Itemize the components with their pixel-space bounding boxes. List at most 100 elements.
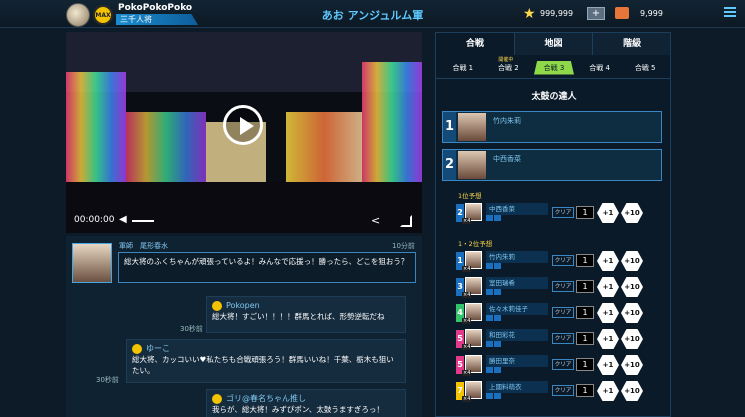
tab-map[interactable]: 地図 [514,33,594,55]
sub-tab-5[interactable]: 合戦 5 [625,63,665,73]
share-icon[interactable]: < [371,215,380,226]
plus-one-button[interactable]: +1 [597,303,619,323]
member-name: 室田瑞希 [486,277,548,289]
plus-ten-button[interactable]: +10 [621,329,643,349]
user-icon [212,301,222,311]
message-time: 30秒前 [180,325,203,333]
member-name: 勝田里奈 [486,355,548,367]
member-badges [486,215,502,223]
top-rank-row: 2 中西香菜 [442,149,662,181]
vote-count: 1 [576,358,594,371]
plus-ten-button[interactable]: +10 [621,381,643,401]
member-badges [486,289,502,297]
tab-battle[interactable]: 合戦 [436,33,515,55]
multiplier-badge: ×4 [462,396,472,402]
clear-button[interactable]: クリア [552,333,574,344]
volume-icon[interactable]: ◀ [119,215,131,225]
user-avatar[interactable] [66,3,90,27]
prediction-group-label: 1・2位予想 [458,240,493,248]
vote-count: 1 [576,206,594,219]
event-title: 太鼓の達人 [531,92,577,102]
chat-message: Pokopen 総大将！すごい！！！！群馬とれば、形勢逆転だね [206,296,406,333]
plus-one-button[interactable]: +1 [597,355,619,375]
coin-count: 999,999 [540,9,574,18]
rank-number: 2 [443,150,456,180]
prediction-row: 7 ×4 上國料萌衣 クリア 1 +1 +10 [456,381,652,403]
plus-one-button[interactable]: +1 [597,251,619,271]
member-badges [486,393,502,401]
member-badges [486,341,502,349]
prediction-row: 2 ×4 中西香菜 クリア 1 +1 +10 [456,203,652,225]
plus-ten-button[interactable]: +10 [621,277,643,297]
user-icon [212,394,222,404]
vote-count: 1 [576,332,594,345]
clear-button[interactable]: クリア [552,255,574,266]
rank-number: 1 [443,112,456,142]
plus-one-button[interactable]: +1 [597,277,619,297]
chat-panel: 軍師 尾形春水 10分前 総大将のふくちゃんが頑張っているよ！みんなで応援っ！勝… [66,236,422,417]
sub-tab-1[interactable]: 合戦 1 [443,63,483,73]
tab-rank[interactable]: 階級 [593,33,670,55]
clear-button[interactable]: クリア [552,307,574,318]
general-avatar [72,243,112,283]
prediction-group-label: 1位予想 [458,192,482,200]
clear-button[interactable]: クリア [552,207,574,218]
prediction-row: 3 ×4 室田瑞希 クリア 1 +1 +10 [456,277,652,299]
plus-one-button[interactable]: +1 [597,329,619,349]
plus-ten-button[interactable]: +10 [621,355,643,375]
menu-icon[interactable] [724,7,736,17]
member-name: 和田彩花 [486,329,548,341]
member-name: 上國料萌衣 [486,381,548,393]
video-time: 00:00:00 [74,215,115,225]
multiplier-badge: ×4 [462,266,472,272]
vote-count: 1 [576,384,594,397]
ticket-icon [615,7,629,19]
user-icon [132,344,142,354]
multiplier-badge: ×4 [462,292,472,298]
vote-count: 1 [576,280,594,293]
plus-one-button[interactable]: +1 [597,203,619,223]
member-photo [458,113,486,141]
star-icon: ★ [523,6,536,22]
member-badges [486,263,502,271]
clear-button[interactable]: クリア [552,281,574,292]
member-name: 竹内朱莉 [486,251,548,263]
prediction-row: 1 ×4 竹内朱莉 クリア 1 +1 +10 [456,251,652,273]
multiplier-badge: ×4 [462,370,472,376]
add-coins-button[interactable]: + [587,7,605,20]
general-time: 10分前 [392,242,415,250]
prediction-row: 5 ×4 和田彩花 クリア 1 +1 +10 [456,329,652,351]
fullscreen-icon[interactable] [400,215,412,227]
volume-slider[interactable] [132,220,154,222]
general-message: 総大将のふくちゃんが頑張っているよ！みんなで応援っ！勝ったら、どこを狙おう？ [118,252,416,283]
main-tabs: 合戦 地図 階級 [436,33,670,55]
plus-one-button[interactable]: +1 [597,381,619,401]
plus-ten-button[interactable]: +10 [621,203,643,223]
chat-message: ゴリ@春名ちゃん推し 我らが、総大将！みずぴポン、太鼓うますぎろっ！ [206,389,406,417]
ticket-count: 9,999 [640,9,663,18]
member-badges [486,315,502,323]
plus-ten-button[interactable]: +10 [621,303,643,323]
sub-tab-3[interactable]: 合戦 3 [533,60,574,75]
battle-panel: 合戦 地図 階級 合戦 1 開催中 合戦 2 合戦 3 合戦 4 合戦 5 太鼓の… [435,32,671,417]
member-name: 佐々木莉佳子 [486,303,548,315]
live-tag: 開催中 [498,56,514,63]
rank-badge: MAX [93,5,113,25]
play-button[interactable] [223,105,263,145]
clear-button[interactable]: クリア [552,385,574,396]
sub-tab-2[interactable]: 開催中 合戦 2 [488,57,528,73]
plus-ten-button[interactable]: +10 [621,251,643,271]
sub-tab-4[interactable]: 合戦 4 [580,63,620,73]
member-name: 中西香菜 [486,203,548,215]
multiplier-badge: ×4 [462,218,472,224]
chat-message: ゆーこ 総大将、カッコいい♥私たちも合戦頑張ろう！群馬いいね！千葉、栃木も狙いた… [126,339,406,383]
top-rank-row: 1 竹内朱莉 [442,111,662,143]
prediction-row: 5 ×4 勝田里奈 クリア 1 +1 +10 [456,355,652,377]
clear-button[interactable]: クリア [552,359,574,370]
video-player[interactable]: 00:00:00 ◀ < [66,32,422,233]
username: PokoPokoPoko [118,3,193,13]
general-name: 軍師 尾形春水 [119,242,168,250]
member-photo [458,151,486,179]
rank-label: 三千人将 [116,14,198,25]
top-bar: MAX PokoPokoPoko 三千人将 あお アンジュルム軍 ★ 999,9… [0,0,745,28]
